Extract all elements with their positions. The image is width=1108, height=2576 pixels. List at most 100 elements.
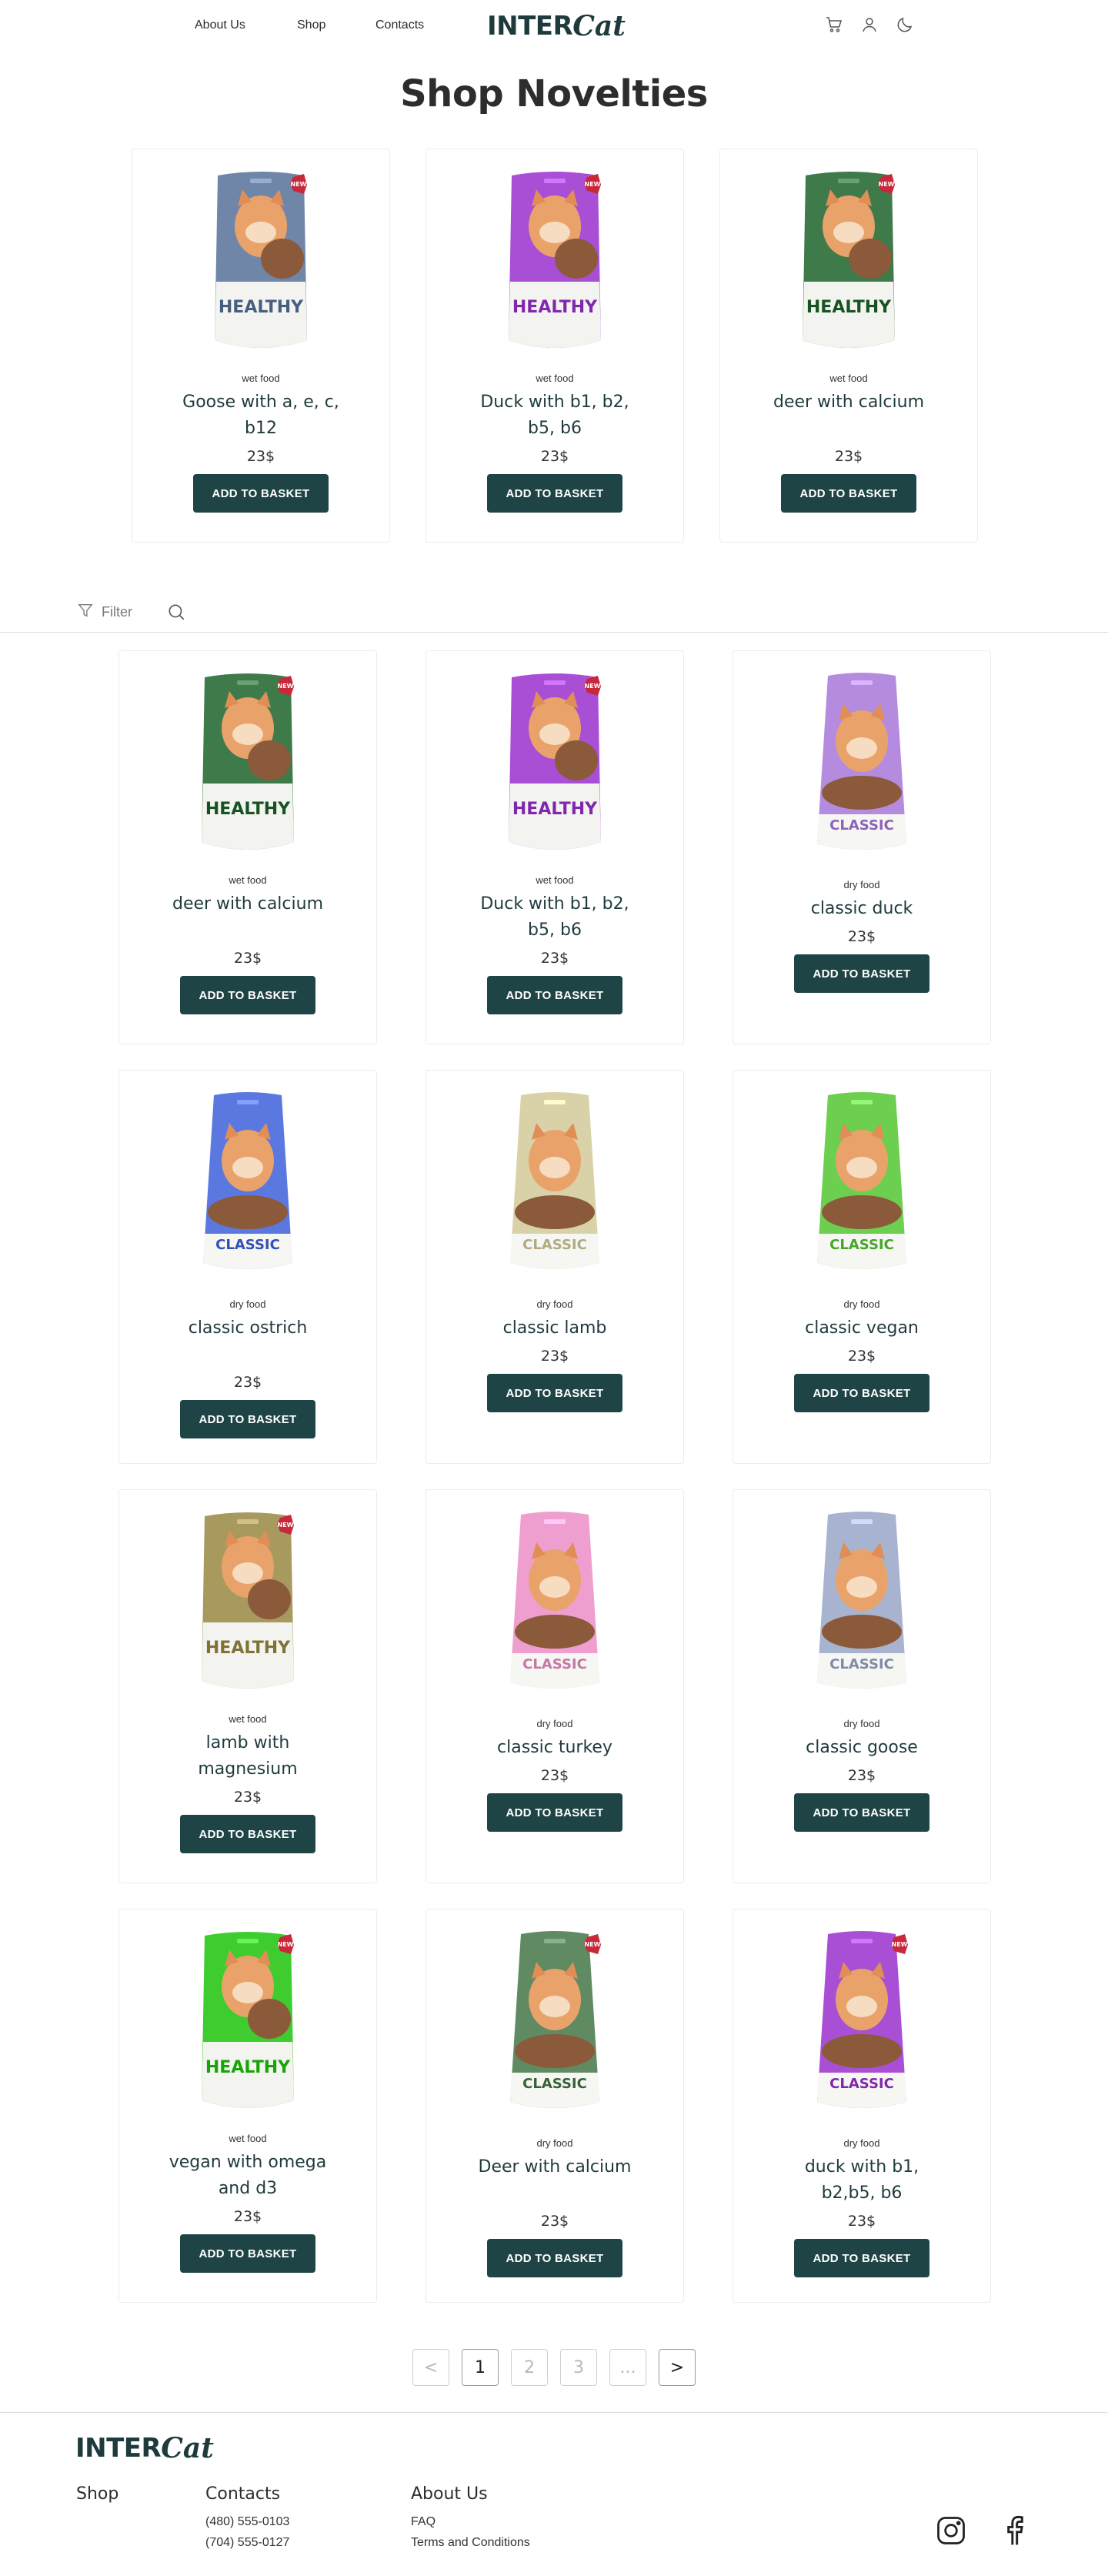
add-to-basket-button[interactable]: ADD TO BASKET [487, 474, 622, 513]
product-card[interactable]: HEALTHY NEW wet food vegan with omega and d… [118, 1909, 377, 2303]
product-price: 23$ [540, 950, 569, 967]
product-name[interactable]: Goose with a, e, c, b12 [132, 389, 389, 442]
product-image[interactable]: HEALTHY NEW [501, 166, 609, 359]
footer-terms-link[interactable]: Terms and Conditions [411, 2536, 530, 2550]
product-card[interactable]: HEALTHY NEW wet food Goose with a, e, c, b1… [132, 149, 390, 543]
product-image[interactable]: HEALTHY NEW [795, 166, 903, 359]
product-card[interactable]: HEALTHY NEW wet food deer with calcium 23$ AD… [118, 650, 377, 1044]
add-to-basket-button[interactable]: ADD TO BASKET [487, 1374, 622, 1412]
svg-text:CLASSIC: CLASSIC [522, 1656, 587, 1672]
product-image[interactable]: HEALTHY NEW [194, 1926, 302, 2119]
search-icon[interactable] [166, 602, 186, 622]
product-name[interactable]: Deer with calcium [426, 2154, 683, 2180]
product-card[interactable]: CLASSIC NEW dry food Deer with calcium 23$ AD… [426, 1909, 684, 2303]
pagination-ellipsis[interactable]: ... [609, 2349, 646, 2386]
add-to-basket-button[interactable]: ADD TO BASKET [794, 954, 929, 993]
cart-icon[interactable] [825, 15, 843, 34]
add-to-basket-button[interactable]: ADD TO BASKET [487, 2239, 622, 2277]
product-image[interactable]: CLASSIC [501, 1507, 609, 1699]
product-image[interactable]: CLASSIC [194, 1088, 302, 1280]
add-to-basket-button[interactable]: ADD TO BASKET [180, 1400, 315, 1438]
product-card[interactable]: CLASSIC dry food classic turkey 23$ ADD TO B… [426, 1489, 684, 1883]
moon-icon[interactable] [896, 15, 914, 34]
svg-text:CLASSIC: CLASSIC [829, 2076, 894, 2092]
svg-text:NEW: NEW [278, 683, 294, 690]
product-price: 23$ [233, 950, 262, 967]
pagination-page-1[interactable]: 1 [462, 2349, 499, 2386]
product-name[interactable]: Duck with b1, b2, b5, b6 [426, 389, 683, 442]
product-name[interactable]: duck with b1, b2,b5, b6 [733, 2154, 990, 2207]
product-card[interactable]: CLASSIC dry food classic ostrich 23$ ADD TO … [118, 1070, 377, 1464]
product-name[interactable]: classic duck [733, 896, 990, 922]
product-card[interactable]: CLASSIC dry food classic vegan 23$ ADD TO BA… [733, 1070, 991, 1464]
footer-logo[interactable]: INTER Cat [75, 2432, 214, 2464]
add-to-basket-button[interactable]: ADD TO BASKET [193, 474, 329, 513]
product-image[interactable]: HEALTHY NEW [194, 668, 302, 860]
product-card[interactable]: CLASSIC dry food classic goose 23$ ADD TO BA… [733, 1489, 991, 1883]
add-to-basket-button[interactable]: ADD TO BASKET [794, 2239, 929, 2277]
instagram-icon[interactable] [934, 2514, 968, 2548]
product-card[interactable]: CLASSIC NEW dry food duck with b1, b2,b5, b… [733, 1909, 991, 2303]
footer-phone-1[interactable]: (480) 555-0103 [205, 2515, 289, 2529]
product-image[interactable]: HEALTHY NEW [501, 668, 609, 860]
nav-contacts[interactable]: Contacts [375, 18, 424, 32]
product-price: 23$ [847, 2213, 876, 2230]
svg-text:NEW: NEW [585, 1941, 601, 1948]
svg-text:CLASSIC: CLASSIC [829, 817, 894, 834]
add-to-basket-button[interactable]: ADD TO BASKET [794, 1793, 929, 1832]
product-image[interactable]: CLASSIC [808, 1507, 916, 1699]
product-card[interactable]: CLASSIC dry food classic lamb 23$ ADD TO BAS… [426, 1070, 684, 1464]
product-image[interactable]: CLASSIC [808, 1088, 916, 1280]
svg-text:NEW: NEW [879, 181, 895, 188]
product-name[interactable]: classic turkey [426, 1735, 683, 1761]
add-to-basket-button[interactable]: ADD TO BASKET [781, 474, 916, 513]
nav-about-us[interactable]: About Us [195, 18, 245, 32]
product-image[interactable]: HEALTHY NEW [194, 1507, 302, 1699]
footer-logo-text: INTER [75, 2433, 162, 2464]
product-category: dry food [843, 1718, 880, 1729]
product-name[interactable]: classic lamb [426, 1315, 683, 1341]
footer-faq-link[interactable]: FAQ [411, 2515, 436, 2529]
product-name[interactable]: lamb with magnesium [119, 1730, 376, 1782]
product-price: 23$ [847, 1348, 876, 1365]
product-name[interactable]: vegan with omega and d3 [119, 2150, 376, 2202]
add-to-basket-button[interactable]: ADD TO BASKET [487, 1793, 622, 1832]
add-to-basket-button[interactable]: ADD TO BASKET [794, 1374, 929, 1412]
product-name[interactable]: deer with calcium [720, 389, 977, 416]
site-logo[interactable]: INTER Cat [487, 10, 626, 42]
product-image[interactable]: HEALTHY NEW [207, 166, 315, 359]
filter-label: Filter [102, 604, 132, 620]
product-image[interactable]: CLASSIC NEW [808, 1926, 916, 2119]
svg-text:NEW: NEW [278, 1941, 294, 1948]
product-card[interactable]: CLASSIC dry food classic duck 23$ ADD TO BAS… [733, 650, 991, 1044]
product-price: 23$ [246, 448, 275, 465]
add-to-basket-button[interactable]: ADD TO BASKET [180, 1815, 315, 1853]
pagination-next[interactable]: > [659, 2349, 696, 2386]
facebook-icon[interactable] [997, 2514, 1031, 2548]
product-card[interactable]: HEALTHY NEW wet food Duck with b1, b2, b5, … [426, 149, 684, 543]
footer-shop-title[interactable]: Shop [76, 2484, 118, 2504]
user-icon[interactable] [860, 15, 879, 34]
product-image[interactable]: CLASSIC NEW [501, 1926, 609, 2119]
product-card[interactable]: HEALTHY NEW wet food deer with calcium 23$ AD… [719, 149, 978, 543]
add-to-basket-button[interactable]: ADD TO BASKET [180, 976, 315, 1014]
add-to-basket-button[interactable]: ADD TO BASKET [487, 976, 622, 1014]
product-card[interactable]: HEALTHY NEW wet food Duck with b1, b2, b5, … [426, 650, 684, 1044]
product-name[interactable]: Duck with b1, b2, b5, b6 [426, 891, 683, 944]
product-name[interactable]: classic goose [733, 1735, 990, 1761]
pagination-page-2[interactable]: 2 [511, 2349, 548, 2386]
product-name[interactable]: deer with calcium [119, 891, 376, 917]
footer-phone-2[interactable]: (704) 555-0127 [205, 2536, 289, 2550]
svg-text:NEW: NEW [278, 1522, 294, 1529]
add-to-basket-button[interactable]: ADD TO BASKET [180, 2234, 315, 2273]
product-image[interactable]: CLASSIC [501, 1088, 609, 1280]
filter-button[interactable]: Filter [77, 602, 132, 623]
product-image[interactable]: CLASSIC [808, 668, 916, 860]
pagination-prev[interactable]: < [412, 2349, 449, 2386]
product-card[interactable]: HEALTHY NEW wet food lamb with magnesium 23$… [118, 1489, 377, 1883]
product-name[interactable]: classic ostrich [119, 1315, 376, 1341]
pagination-page-3[interactable]: 3 [560, 2349, 597, 2386]
product-name[interactable]: classic vegan [733, 1315, 990, 1341]
nav-shop[interactable]: Shop [297, 18, 325, 32]
svg-text:HEALTHY: HEALTHY [512, 800, 598, 819]
